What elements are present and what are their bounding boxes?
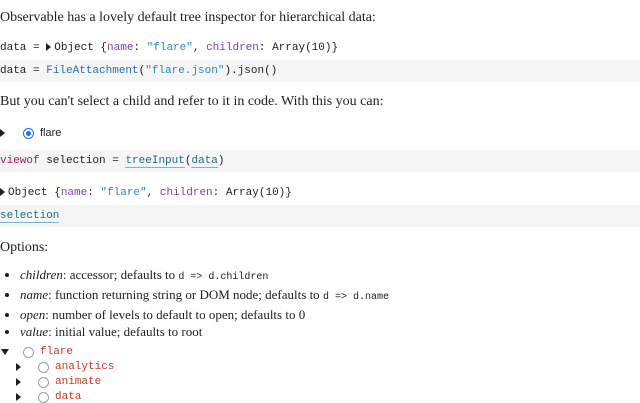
object-type[interactable]: Object [54, 42, 94, 54]
tree-node-child[interactable]: animate [16, 376, 101, 388]
expand-caret-icon[interactable] [16, 378, 21, 386]
code-line: selection [0, 210, 60, 223]
options-list: children: accessor; defaults to d => d.c… [0, 266, 389, 340]
selection-output-line: Object {name: "flare", children: Array(1… [0, 187, 292, 199]
var-selection[interactable]: selection [0, 210, 60, 223]
data-var: data [0, 42, 27, 54]
code-line: viewof selection = treeInput(data) [0, 155, 225, 168]
tree-preview-root[interactable]: flare [0, 127, 61, 139]
collapse-caret-icon[interactable] [1, 349, 9, 355]
fn-file-attachment: FileAttachment [46, 65, 139, 77]
tree-preview-label[interactable]: flare [40, 127, 61, 139]
tree-label[interactable]: data [55, 391, 81, 403]
radio-icon[interactable] [38, 361, 49, 373]
expand-caret-icon[interactable] [46, 43, 52, 52]
radio-icon[interactable] [38, 391, 49, 403]
tree-node-child[interactable]: data [16, 391, 81, 403]
tree-label[interactable]: flare [40, 346, 73, 358]
intro-paragraph: Observable has a lovely default tree ins… [0, 10, 376, 25]
tree-label[interactable]: animate [55, 376, 101, 388]
code-cell-data[interactable]: data = FileAttachment("flare.json").json… [0, 60, 640, 82]
expand-caret-icon[interactable] [0, 188, 5, 197]
code-cell-selection[interactable]: selection [0, 205, 640, 227]
option-item: value: initial value; defaults to root [20, 323, 389, 340]
tree-node-child[interactable]: analytics [16, 361, 114, 373]
option-item: name: function returning string or DOM n… [20, 286, 389, 306]
options-heading: Options: [0, 240, 49, 255]
radio-selected-icon[interactable] [23, 127, 34, 139]
paragraph-select-child: But you can't select a child and refer t… [0, 94, 384, 109]
code-cell-viewof[interactable]: viewof selection = treeInput(data) [0, 150, 640, 172]
expand-caret-icon[interactable] [16, 363, 21, 371]
arg-data[interactable]: data [191, 155, 218, 168]
radio-icon[interactable] [23, 346, 34, 358]
code-line: data = FileAttachment("flare.json").json… [0, 65, 278, 77]
expand-caret-icon[interactable] [0, 129, 5, 137]
option-item: open: number of levels to default to ope… [20, 306, 389, 323]
radio-icon[interactable] [38, 376, 49, 388]
option-item: children: accessor; defaults to d => d.c… [20, 266, 389, 286]
tree-label[interactable]: analytics [55, 361, 114, 373]
tree-node-root[interactable]: flare [1, 346, 73, 358]
data-inspector-line: data = Object {name: "flare", children: … [0, 42, 339, 54]
fn-tree-input[interactable]: treeInput [125, 155, 185, 168]
object-type[interactable]: Object [8, 187, 48, 199]
